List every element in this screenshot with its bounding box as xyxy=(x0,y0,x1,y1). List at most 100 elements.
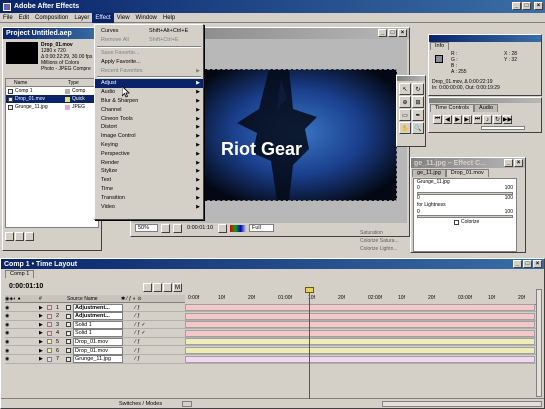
twirl-arrow-icon[interactable]: ▶ xyxy=(39,356,47,362)
grid-button[interactable] xyxy=(161,223,171,233)
layer-duration-bar[interactable] xyxy=(185,338,535,346)
layer-name[interactable]: Drop_01.mov xyxy=(73,337,123,346)
menu-effect[interactable]: Effect xyxy=(92,12,114,23)
playhead[interactable] xyxy=(309,289,310,399)
timeline-maximize-button[interactable]: □ xyxy=(523,260,532,268)
resolution-select[interactable]: Full xyxy=(249,224,274,232)
comp-timecode[interactable]: 0:00:01:10 xyxy=(185,225,215,231)
layer-duration-bar[interactable] xyxy=(185,321,535,329)
effect-menu-item-recent-favorites[interactable]: Recent Favorites ▶ xyxy=(95,66,203,75)
last-frame-icon[interactable]: ⏭ xyxy=(473,115,482,124)
layer-name[interactable]: Drop_01.mov xyxy=(73,346,123,355)
timeline-timecode[interactable]: 0:00:01:10 xyxy=(9,283,43,290)
comp-maximize-button[interactable]: □ xyxy=(388,29,397,37)
layer-switches[interactable]: ⁄ ƒ xyxy=(123,305,183,311)
timeline-layer-row[interactable]: ◉ ▶ 3 Solid 1 ⁄ ƒ ✓ xyxy=(5,320,539,330)
effect-menu-item-image-control[interactable]: Image Control ▶ xyxy=(95,132,203,141)
time-controls-slider[interactable] xyxy=(481,126,525,130)
new-folder-button[interactable] xyxy=(15,232,24,241)
effect-menu-item-render[interactable]: Render ▶ xyxy=(95,158,203,167)
layer-name[interactable]: Grunge_11.jpg xyxy=(73,355,123,364)
zoom-slider[interactable] xyxy=(182,400,193,407)
timeline-layer-row[interactable]: ◉ ▶ 2 Adjustment... ⁄ ƒ xyxy=(5,312,539,321)
timeline-close-button[interactable]: × xyxy=(533,260,542,268)
timeline-layer-row[interactable]: ◉ ▶ 5 Drop_01.mov ⁄ ƒ xyxy=(5,337,539,347)
layer-duration-bar[interactable] xyxy=(185,355,535,363)
project-item[interactable]: Drop_01.mov Quick xyxy=(6,95,98,103)
rotate-tool-icon[interactable]: ↻ xyxy=(412,83,424,95)
layer-switches[interactable]: ⁄ ƒ xyxy=(123,356,183,362)
effect-menu-item-blur-sharpen[interactable]: Blur & Sharpen ▶ xyxy=(95,97,203,106)
layer-name[interactable]: Solid 1 xyxy=(73,329,123,338)
ec-minimize-button[interactable]: _ xyxy=(504,159,513,167)
effect-menu-item-perspective[interactable]: Perspective ▶ xyxy=(95,149,203,158)
prev-frame-icon[interactable]: ◀ xyxy=(443,115,452,124)
av-switches-icons[interactable]: ◉ xyxy=(5,348,39,354)
layer-label-color[interactable] xyxy=(47,339,52,345)
effect-menu-item-curves[interactable]: Curves Shift+Alt+Ctrl+E xyxy=(95,27,203,36)
maximize-button[interactable]: □ xyxy=(522,2,531,10)
colorize-checkbox[interactable] xyxy=(454,219,459,225)
effect-menu-item-time[interactable]: Time ▶ xyxy=(95,185,203,194)
camera-button[interactable] xyxy=(173,223,183,233)
switches-modes-label[interactable]: Switches / Modes xyxy=(119,401,162,407)
layer-label-color[interactable] xyxy=(47,348,52,353)
pan-behind-tool-icon[interactable]: ⊞ xyxy=(412,96,424,108)
menu-view[interactable]: View xyxy=(114,13,133,23)
layer-label-color[interactable] xyxy=(47,313,52,319)
effect-menu-item-transition[interactable]: Transition ▶ xyxy=(95,193,203,202)
menu-help[interactable]: Help xyxy=(160,13,178,23)
timeline-tab-comp1[interactable]: Comp 1 xyxy=(5,270,35,278)
twirl-arrow-icon[interactable]: ▶ xyxy=(39,339,47,345)
layer-switches[interactable]: ⁄ ƒ xyxy=(123,313,183,319)
effect-menu-item-text[interactable]: Text ▶ xyxy=(95,176,203,185)
menu-layer[interactable]: Layer xyxy=(71,13,92,23)
info-tab[interactable]: Info xyxy=(430,42,450,50)
av-switches-icons[interactable]: ◉ xyxy=(5,330,39,336)
source-name-header[interactable]: Source Name xyxy=(67,296,121,302)
zoom-select[interactable]: 50% xyxy=(135,224,159,232)
layer-label-color[interactable] xyxy=(47,356,52,362)
draft-3d-icon[interactable] xyxy=(143,283,152,292)
color-channels[interactable] xyxy=(230,224,247,232)
comp-minimize-button[interactable]: _ xyxy=(378,29,387,37)
av-switches-icons[interactable]: ◉ xyxy=(5,313,39,319)
timeline-minimize-button[interactable]: _ xyxy=(513,260,522,268)
shy-icon[interactable]: M xyxy=(173,283,182,292)
effect-menu-item-apply-favorite[interactable]: Apply Favorite... xyxy=(95,57,203,66)
twirl-arrow-icon[interactable]: ▶ xyxy=(39,313,47,319)
tab-time-controls[interactable]: Time Controls xyxy=(430,104,475,112)
av-switches-icons[interactable]: ◉ xyxy=(5,322,39,328)
effect-menu-item-video[interactable]: Video ▶ xyxy=(95,202,203,211)
timeline-layer-row[interactable]: ◉ ▶ 7 Grunge_11.jpg ⁄ ƒ xyxy=(5,355,539,364)
layer-label-color[interactable] xyxy=(47,305,52,310)
menu-file[interactable]: File xyxy=(0,13,16,23)
project-item[interactable]: Grunge_11.jpg JPEG xyxy=(6,103,98,111)
project-item[interactable]: Comp 1 Comp xyxy=(6,87,98,95)
audio-icon[interactable]: ♪ xyxy=(483,115,492,124)
av-switches-icons[interactable]: ◉ xyxy=(5,305,39,311)
effect-menu-item-audio[interactable]: Audio ▶ xyxy=(95,88,203,97)
comp-close-button[interactable]: × xyxy=(398,29,407,37)
av-switches-icons[interactable]: ◉ xyxy=(5,339,39,345)
timeline-vscroll[interactable] xyxy=(536,289,542,397)
effect-menu-item-channel[interactable]: Channel ▶ xyxy=(95,105,203,114)
layer-switches[interactable]: ⁄ ƒ ✓ xyxy=(123,322,183,328)
next-frame-icon[interactable]: ▶| xyxy=(463,115,472,124)
timeline-hscroll[interactable] xyxy=(382,400,543,407)
ec-tab-0[interactable]: ge_11.jpg xyxy=(412,169,446,177)
effect-menu-item-adjust[interactable]: Adjust ▶ xyxy=(95,78,203,88)
effect-menu-item-distort[interactable]: Distort ▶ xyxy=(95,123,203,132)
layer-name[interactable]: Solid 1 xyxy=(73,320,123,329)
layer-duration-bar[interactable] xyxy=(185,347,535,354)
zoom-tool-icon[interactable]: 🔍 xyxy=(412,122,424,134)
layer-switches[interactable]: ⁄ ƒ ✓ xyxy=(123,330,183,336)
menu-edit[interactable]: Edit xyxy=(16,13,32,23)
close-button[interactable]: × xyxy=(534,2,543,10)
layer-duration-bar[interactable] xyxy=(185,312,535,320)
time-ruler[interactable]: 0:00f 10f 20f 01:00f 10f 20f 02:00f 10f 20f 03:00… xyxy=(186,287,540,305)
effect-menu-item-keying[interactable]: Keying ▶ xyxy=(95,141,203,150)
hand-tool-icon[interactable]: ✋ xyxy=(399,122,411,134)
timeline-layer-row[interactable]: ◉ ▶ 4 Solid 1 ⁄ ƒ ✓ xyxy=(5,329,539,338)
av-switches-icons[interactable]: ◉ xyxy=(5,356,39,362)
